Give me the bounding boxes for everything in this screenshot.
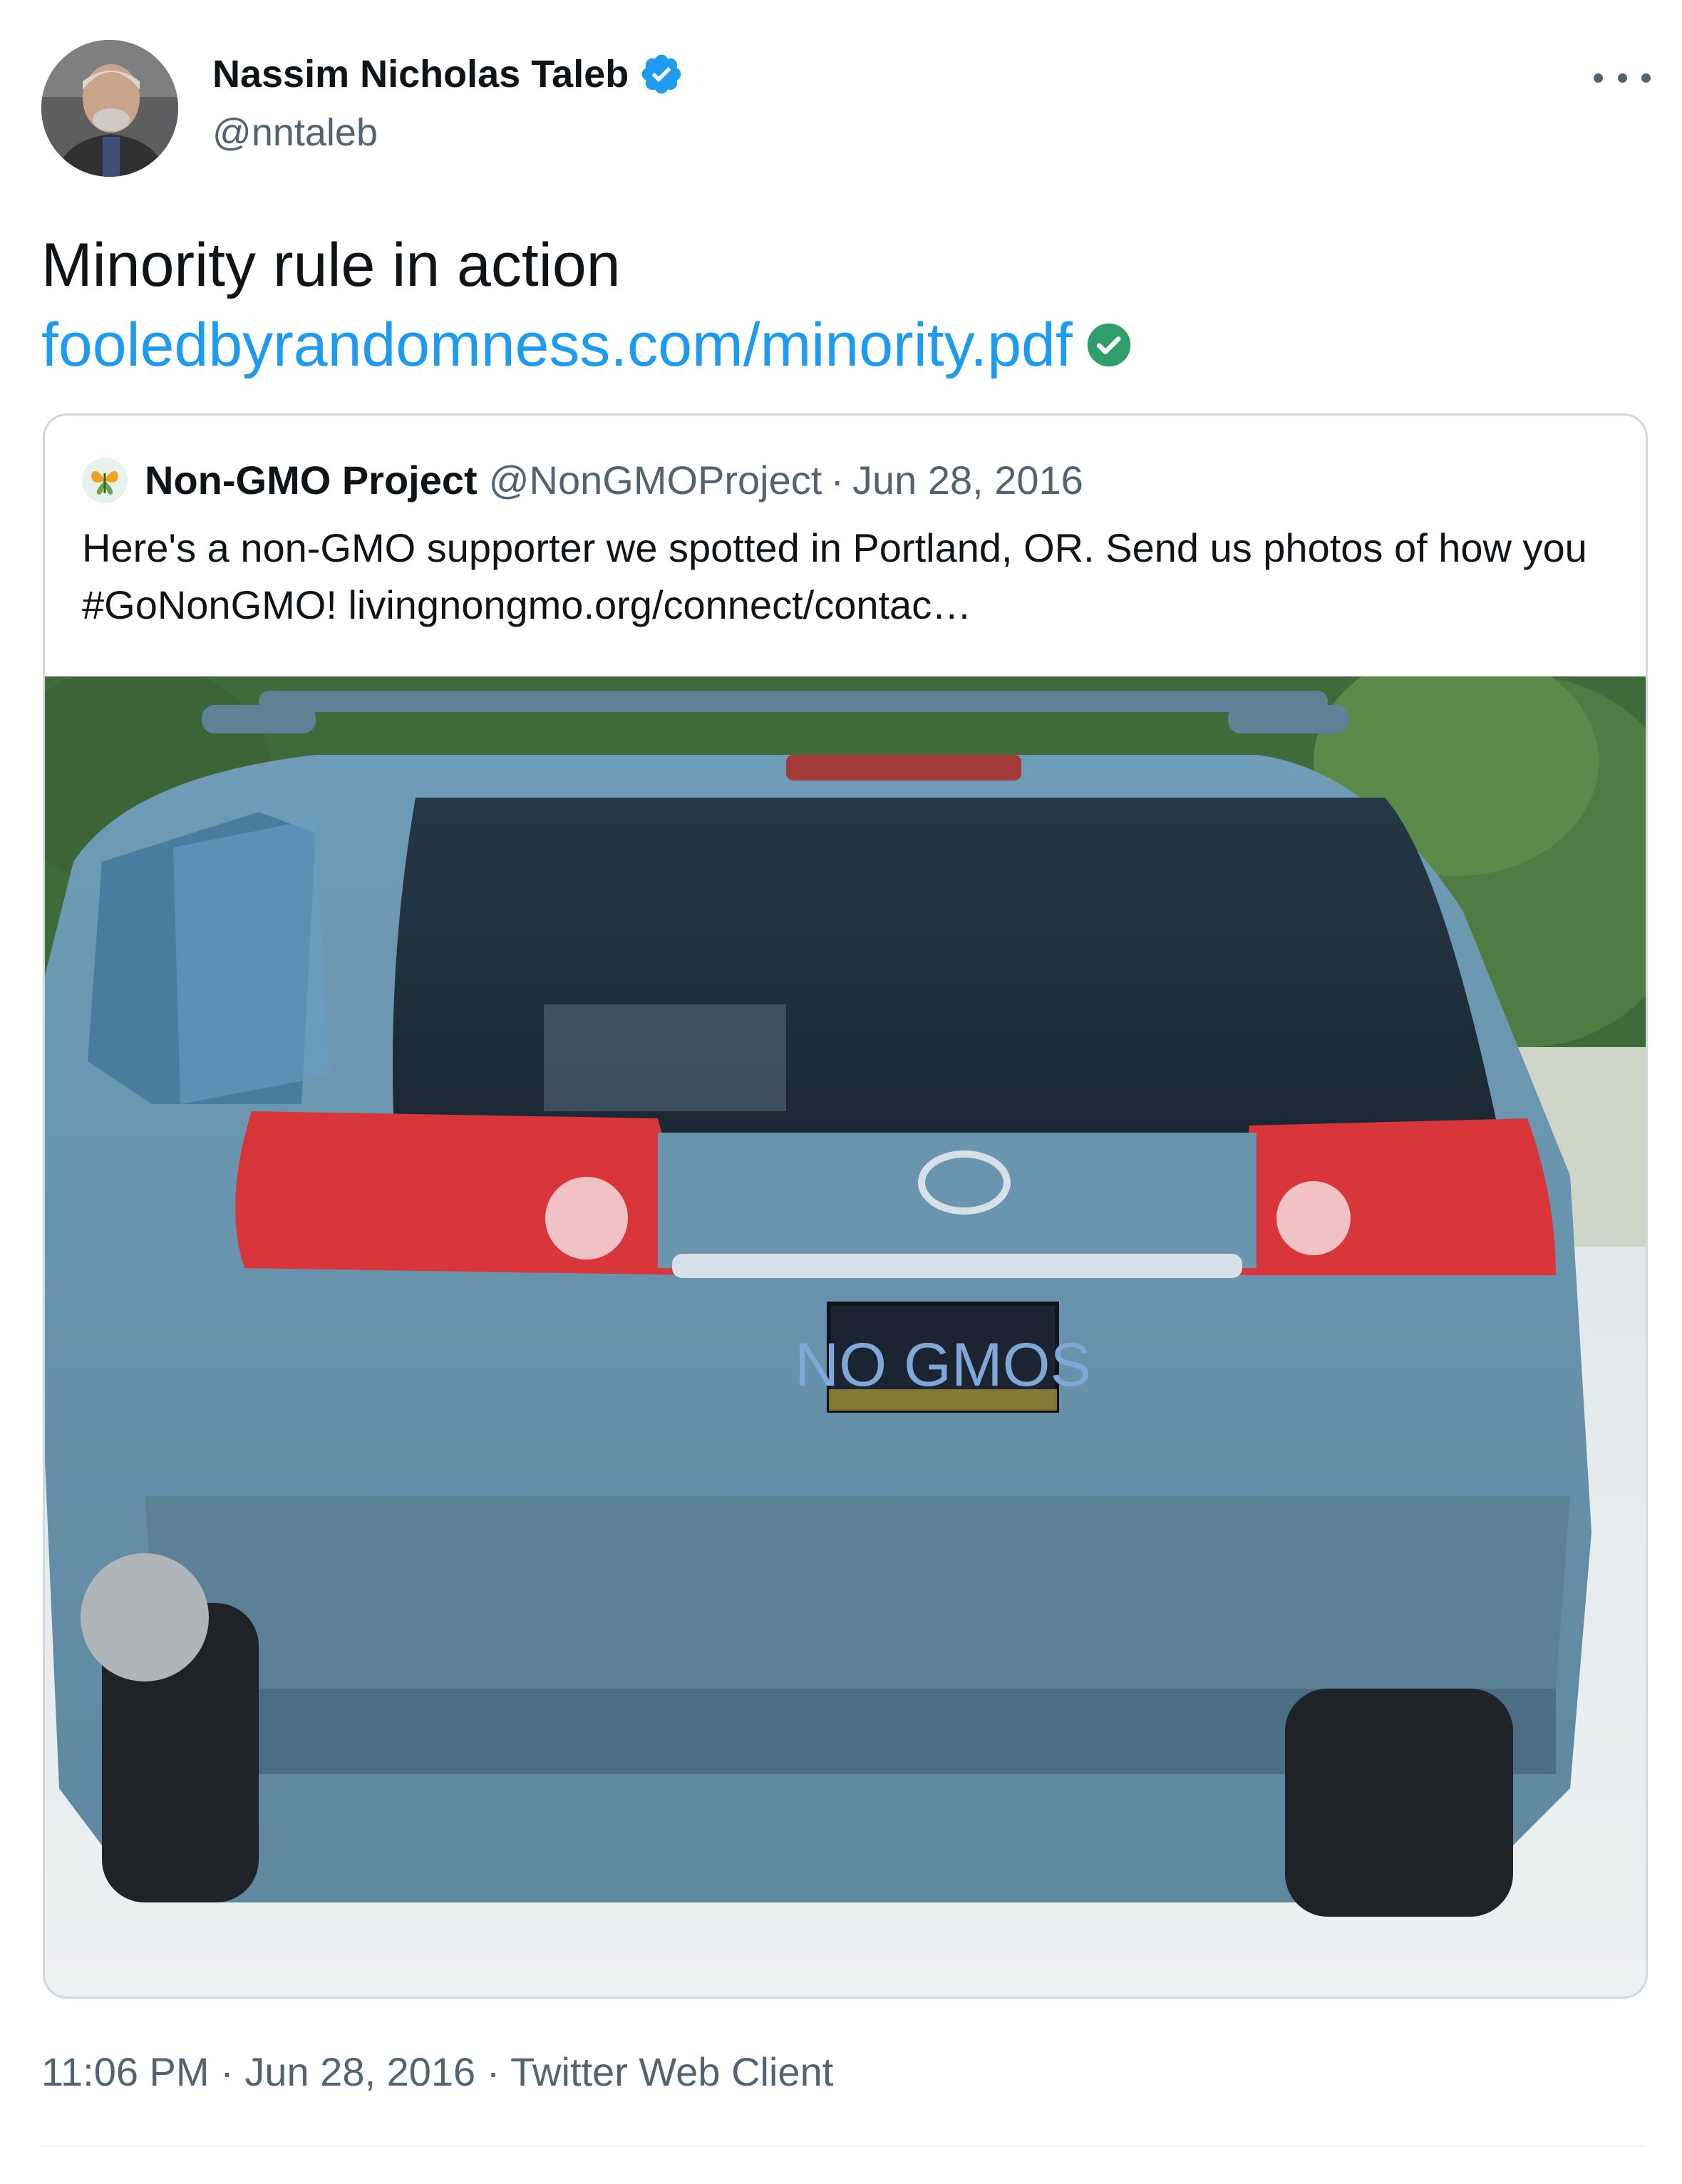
more-dot xyxy=(1617,73,1627,83)
divider xyxy=(41,2146,1645,2147)
author-handle[interactable]: @nntaleb xyxy=(212,110,378,155)
author-name[interactable]: Nassim Nicholas Taleb xyxy=(212,51,684,97)
tweet-time[interactable]: 11:06 PM xyxy=(41,2049,210,2094)
tweet-source[interactable]: Twitter Web Client xyxy=(510,2049,833,2094)
quoted-tweet-header: Non-GMO Project @NonGMOProject · Jun 28,… xyxy=(82,455,1083,505)
butterfly-logo-icon xyxy=(91,471,118,495)
quoted-date[interactable]: Jun 28, 2016 xyxy=(852,455,1083,505)
meta-separator: · xyxy=(486,2049,500,2094)
quoted-separator: · xyxy=(830,458,844,503)
check-circle-icon xyxy=(1087,323,1131,367)
tweet-text: Minority rule in action xyxy=(41,231,621,299)
quoted-media-photo[interactable]: NO GMOS xyxy=(45,676,1646,1997)
author-avatar[interactable] xyxy=(41,40,178,177)
meta-separator: · xyxy=(220,2049,234,2094)
tweet-link[interactable]: fooledbyrandomness.com/minority.pdf xyxy=(41,305,1132,385)
quoted-tweet-text: Here's a non-GMO supporter we spotted in… xyxy=(82,525,1587,627)
tweet-date[interactable]: Jun 28, 2016 xyxy=(244,2049,475,2094)
quoted-author-handle[interactable]: @NonGMOProject xyxy=(489,455,822,505)
more-dot xyxy=(1641,73,1651,83)
more-dot xyxy=(1594,73,1603,83)
verified-badge-icon xyxy=(641,54,681,94)
quoted-author-name[interactable]: Non-GMO Project xyxy=(145,455,478,505)
license-plate-text: NO GMOS xyxy=(795,1331,1091,1399)
tweet-link-text[interactable]: fooledbyrandomness.com/minority.pdf xyxy=(41,305,1073,385)
author-name-text[interactable]: Nassim Nicholas Taleb xyxy=(212,51,629,97)
quoted-tweet-card[interactable]: Non-GMO Project @NonGMOProject · Jun 28,… xyxy=(43,413,1648,1999)
more-dots-icon[interactable] xyxy=(1594,60,1651,96)
tweet-meta: 11:06 PM · Jun 28, 2016 · Twitter Web Cl… xyxy=(41,2047,833,2097)
quoted-author-avatar[interactable] xyxy=(82,458,128,503)
